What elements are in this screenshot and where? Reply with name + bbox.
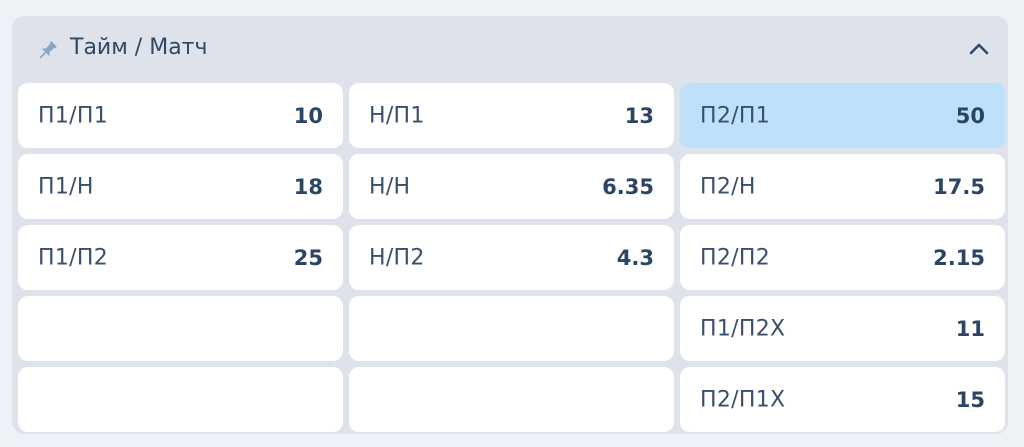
outcome-cell[interactable]: Н/Н 6.35 (349, 154, 674, 219)
outcome-label: П1/Н (38, 174, 94, 199)
outcome-cell-selected[interactable]: П2/П1 50 (680, 83, 1005, 148)
outcome-odd: 18 (293, 174, 323, 199)
outcome-cell[interactable]: П1/П2Х 11 (680, 296, 1005, 361)
outcome-odd: 25 (293, 245, 323, 270)
empty-cell (349, 296, 674, 361)
outcome-cell[interactable]: Н/П1 13 (349, 83, 674, 148)
outcome-odd: 2.15 (933, 245, 985, 270)
outcome-label: П2/П1 (700, 103, 770, 128)
outcome-label: П2/П2 (700, 245, 770, 270)
outcome-cell[interactable]: П1/П1 10 (18, 83, 343, 148)
outcome-cell[interactable]: П2/П2 2.15 (680, 225, 1005, 290)
outcome-label: Н/Н (369, 174, 411, 199)
outcome-label: П1/П1 (38, 103, 108, 128)
outcome-odd: 17.5 (933, 174, 985, 199)
outcome-cell[interactable]: Н/П2 4.3 (349, 225, 674, 290)
outcome-odd: 4.3 (616, 245, 654, 270)
outcome-odd: 13 (624, 103, 654, 128)
outcome-odd: 10 (293, 103, 323, 128)
empty-cell (349, 367, 674, 432)
outcome-label: П1/П2 (38, 245, 108, 270)
outcome-label: П2/Н (700, 174, 756, 199)
outcome-label: П2/П1Х (700, 387, 786, 412)
empty-cell (18, 367, 343, 432)
outcomes-grid: П1/П1 10 Н/П1 13 П2/П1 50 П1/Н 18 Н/Н 6.… (18, 83, 1005, 432)
outcome-odd: 6.35 (602, 174, 654, 199)
market-title: Тайм / Матч (70, 35, 208, 60)
market-card: Тайм / Матч П1/П1 10 Н/П1 13 П2/П1 50 П1… (12, 16, 1008, 434)
chevron-up-icon[interactable] (966, 36, 992, 62)
pin-icon[interactable] (34, 38, 60, 64)
outcome-odd: 50 (955, 103, 985, 128)
empty-cell (18, 296, 343, 361)
outcome-cell[interactable]: П1/Н 18 (18, 154, 343, 219)
outcome-cell[interactable]: П2/П1Х 15 (680, 367, 1005, 432)
outcome-label: П1/П2Х (700, 316, 786, 341)
outcome-odd: 15 (955, 387, 985, 412)
outcome-cell[interactable]: П1/П2 25 (18, 225, 343, 290)
outcome-odd: 11 (955, 316, 985, 341)
market-header[interactable]: Тайм / Матч (12, 16, 1008, 80)
outcome-label: Н/П2 (369, 245, 425, 270)
outcome-label: Н/П1 (369, 103, 425, 128)
outcome-cell[interactable]: П2/Н 17.5 (680, 154, 1005, 219)
